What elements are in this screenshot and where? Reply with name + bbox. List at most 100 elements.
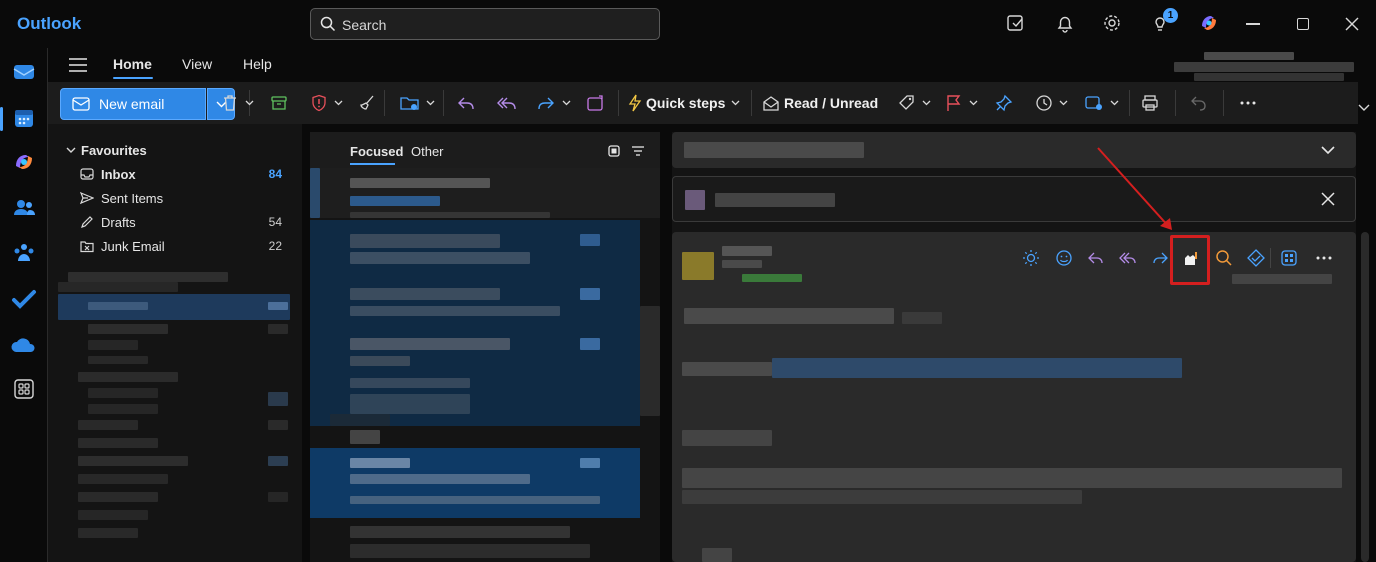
broom-icon: [360, 95, 374, 110]
undo-button[interactable]: [1190, 92, 1208, 114]
select-mode-icon[interactable]: [607, 144, 621, 158]
meeting-reply-button[interactable]: [586, 92, 606, 114]
reply-icon[interactable]: [1087, 249, 1105, 267]
move-to-button[interactable]: [400, 92, 435, 114]
onedrive-cloud-icon[interactable]: [10, 332, 38, 360]
focused-tab-underline: [350, 163, 395, 165]
calendar-icon[interactable]: [10, 104, 38, 132]
reply-all-button[interactable]: [496, 92, 518, 114]
envelope-open-icon: [763, 96, 779, 111]
hamburger-menu-icon[interactable]: [68, 57, 88, 73]
bell-icon[interactable]: [1054, 12, 1078, 36]
folder-label: Junk Email: [101, 239, 165, 254]
printer-icon: [1142, 95, 1158, 111]
mail-icon[interactable]: [10, 58, 38, 86]
folder-drafts[interactable]: Drafts 54: [48, 211, 302, 235]
info-banner: [672, 176, 1356, 222]
ribbon-expand-button[interactable]: [1358, 104, 1372, 124]
message-card: [672, 232, 1356, 562]
reading-pane-scrollbar[interactable]: [1361, 232, 1369, 562]
favourites-label: Favourites: [81, 143, 147, 158]
rules-button[interactable]: [1084, 92, 1119, 114]
minimize-button[interactable]: [1246, 23, 1260, 25]
ribbon-separator: [384, 90, 385, 116]
more-actions-icon[interactable]: [1316, 256, 1334, 274]
read-unread-label: Read / Unread: [784, 95, 879, 111]
app-title: Outlook: [17, 14, 82, 33]
groups-icon[interactable]: [10, 239, 38, 267]
emoji-reaction-icon[interactable]: [1055, 249, 1073, 267]
chevron-down-icon[interactable]: [1321, 146, 1335, 155]
tab-other[interactable]: Other: [411, 144, 444, 159]
snooze-button[interactable]: [1035, 92, 1068, 114]
list-item[interactable]: [310, 448, 640, 518]
my-day-icon[interactable]: [1005, 12, 1029, 36]
tab-view[interactable]: View: [182, 56, 212, 72]
reading-pane: [672, 132, 1356, 562]
categorize-button[interactable]: [898, 92, 931, 114]
tips-lightbulb-icon[interactable]: 1: [1149, 8, 1178, 36]
more-apps-icon[interactable]: [10, 375, 38, 403]
loop-icon[interactable]: [1247, 249, 1265, 267]
folder-sent-items[interactable]: Sent Items: [48, 187, 302, 211]
folder-junk-email[interactable]: Junk Email 22: [48, 235, 302, 259]
more-options-button[interactable]: [1240, 92, 1256, 114]
inbox-icon: [80, 167, 94, 181]
search-icon[interactable]: [1215, 249, 1233, 267]
close-window-button[interactable]: [1345, 17, 1359, 31]
read-unread-button[interactable]: Read / Unread: [762, 92, 878, 114]
flag-button[interactable]: [945, 92, 978, 114]
folder-inbox[interactable]: Inbox 84: [48, 163, 302, 187]
tab-focused[interactable]: Focused: [350, 144, 403, 159]
quick-steps-button[interactable]: Quick steps: [628, 92, 740, 114]
brightness-icon[interactable]: [1022, 249, 1040, 267]
reply-button[interactable]: [456, 92, 476, 114]
forward-button[interactable]: [536, 92, 571, 114]
tag-icon: [899, 95, 914, 110]
copilot-rail-icon[interactable]: [10, 148, 38, 176]
todo-check-icon[interactable]: [10, 286, 38, 314]
archive-button[interactable]: [270, 92, 288, 114]
ribbon-separator: [751, 90, 752, 116]
copilot-icon[interactable]: [1198, 12, 1222, 36]
sweep-button[interactable]: [358, 92, 376, 114]
folder-label: Sent Items: [101, 191, 164, 206]
item-count: 22: [268, 239, 282, 253]
reply-all-icon[interactable]: [1119, 249, 1137, 267]
pin-button[interactable]: [995, 92, 1013, 114]
folder-move-icon: [400, 97, 419, 110]
list-item[interactable]: [310, 220, 640, 426]
filter-icon[interactable]: [631, 145, 645, 157]
ribbon-separator: [1129, 90, 1130, 116]
people-icon[interactable]: [10, 194, 38, 222]
tab-help[interactable]: Help: [243, 56, 272, 72]
undo-icon: [1191, 96, 1206, 111]
conversation-subject-bar[interactable]: [672, 132, 1356, 168]
archive-icon: [271, 96, 287, 110]
avatar: [682, 252, 714, 280]
pencil-icon: [80, 215, 94, 229]
shield-alert-icon: [312, 94, 326, 112]
ribbon-separator: [1223, 90, 1224, 116]
forward-icon: [538, 97, 554, 110]
list-item[interactable]: [310, 168, 660, 218]
account-folders-redacted: [58, 270, 302, 560]
close-icon[interactable]: [1321, 192, 1335, 206]
gear-icon[interactable]: [1101, 12, 1125, 36]
forward-icon[interactable]: [1151, 249, 1169, 267]
maximize-button[interactable]: [1297, 18, 1309, 30]
apps-grid-icon[interactable]: [1280, 249, 1298, 267]
print-button[interactable]: [1141, 92, 1159, 114]
new-email-button[interactable]: New email: [60, 88, 206, 120]
account-info[interactable]: [1174, 52, 1354, 82]
search-icon: [320, 16, 336, 32]
report-button[interactable]: [310, 92, 343, 114]
chevron-down-icon: [66, 147, 76, 153]
quick-steps-label: Quick steps: [646, 95, 726, 111]
tab-home[interactable]: Home: [113, 56, 152, 72]
message-body-redacted: [672, 302, 1356, 562]
action-separator: [1270, 248, 1271, 268]
search-input[interactable]: Search: [310, 8, 660, 40]
delete-button[interactable]: [221, 92, 254, 114]
flag-icon: [947, 95, 961, 111]
